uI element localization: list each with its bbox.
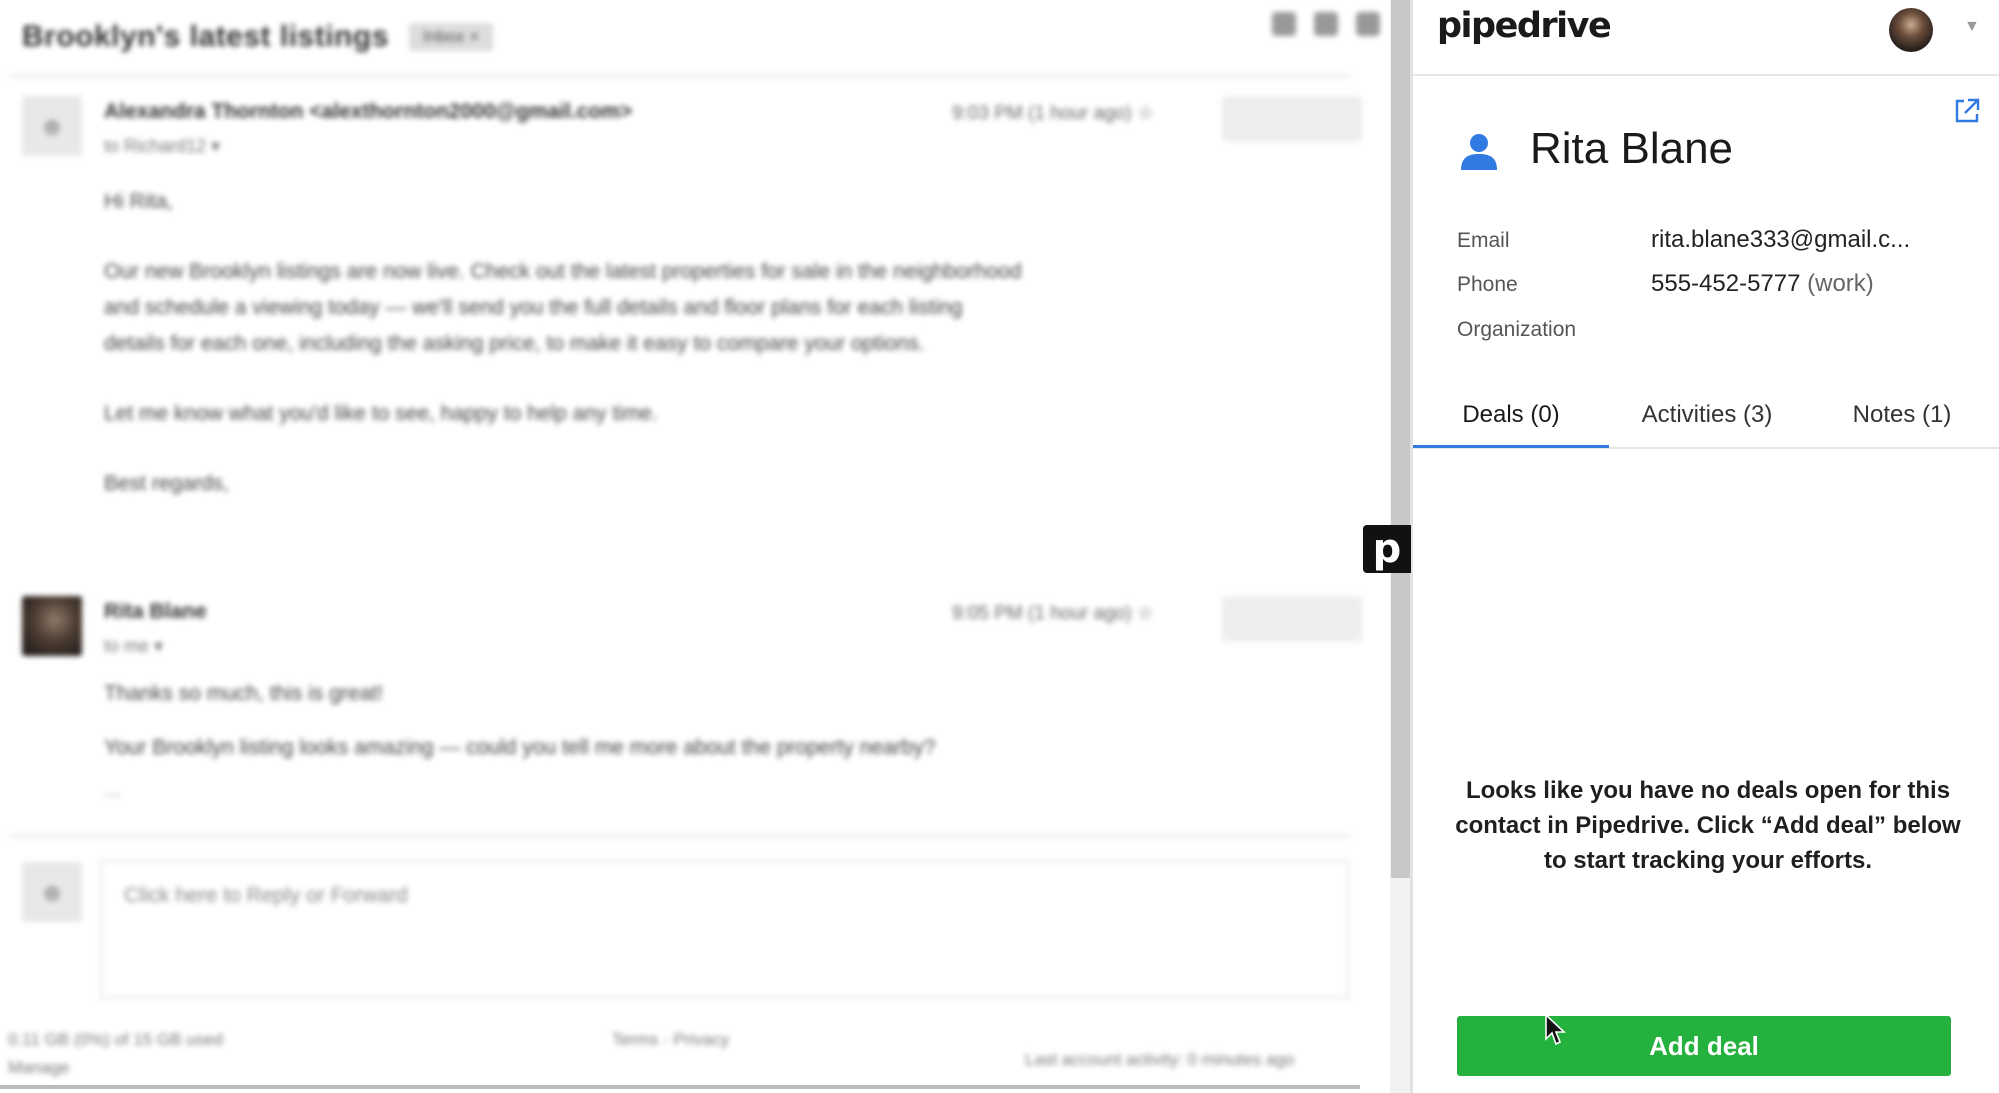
email-label: Email xyxy=(1457,229,1510,252)
email-header: Brooklyn's latest listings Inbox × xyxy=(22,12,1362,62)
message-body-line: Best regards, xyxy=(104,472,229,495)
phone-label: Phone xyxy=(1457,273,1518,296)
storage-usage: 0.11 GB (0%) of 15 GB used xyxy=(8,1030,224,1049)
bottom-divider xyxy=(0,1085,1360,1089)
account-activity: Last account activity: 0 minutes ago xyxy=(1025,1050,1295,1069)
screen: Brooklyn's latest listings Inbox × ☻ Ale… xyxy=(0,0,1999,1093)
sender-name: Rita Blane xyxy=(104,600,207,623)
scrollbar-thumb[interactable] xyxy=(1391,0,1411,878)
phone-value[interactable]: 555-452-5777 (work) xyxy=(1651,270,1874,298)
message-body-line: Hi Rita, xyxy=(104,190,173,213)
reply-button[interactable] xyxy=(1222,596,1362,642)
organization-label: Organization xyxy=(1457,318,1577,341)
pipedrive-topbar: pipedrive ▼ xyxy=(1413,0,1999,76)
print-icon[interactable] xyxy=(1272,12,1296,36)
trimmed-content-toggle[interactable]: ... xyxy=(104,772,122,808)
reply-button[interactable] xyxy=(1222,96,1362,142)
reply-placeholder[interactable]: Click here to Reply or Forward xyxy=(124,884,408,908)
divider xyxy=(10,834,1350,838)
chevron-down-icon[interactable]: ▼ xyxy=(1964,18,1980,36)
inbox-label-chip[interactable]: Inbox × xyxy=(408,23,494,51)
message-body-line: and schedule a viewing today — we'll sen… xyxy=(104,296,963,319)
sender-avatar xyxy=(22,596,82,656)
my-avatar: ☻ xyxy=(22,862,82,922)
person-icon: ☻ xyxy=(38,110,66,141)
message-date: 9:05 PM (1 hour ago) ☆ xyxy=(952,603,1154,624)
contact-name[interactable]: Rita Blane xyxy=(1530,124,1733,174)
tab-deals[interactable]: Deals (0) xyxy=(1413,385,1609,448)
person-icon: ☻ xyxy=(38,876,66,907)
pipedrive-tabs: Deals (0) Activities (3) Notes (1) xyxy=(1413,385,1999,449)
pipedrive-sidebar: pipedrive ▼ Rita Blane Email rita.blane3… xyxy=(1413,0,1999,1093)
message-date: 9:03 PM (1 hour ago) ☆ xyxy=(952,103,1154,124)
manage-storage-link[interactable]: Manage xyxy=(8,1058,69,1078)
no-deals-message: Looks like you have no deals open for th… xyxy=(1455,777,1961,874)
external-link-icon[interactable] xyxy=(1952,96,1982,126)
sender-avatar: ☻ xyxy=(22,96,82,156)
user-avatar[interactable] xyxy=(1889,8,1933,52)
divider xyxy=(10,74,1350,78)
new-window-icon[interactable] xyxy=(1314,12,1338,36)
message-body-line: Let me know what you'd like to see, happ… xyxy=(104,402,658,425)
message-body-line: details for each one, including the aski… xyxy=(104,332,925,355)
email-subject: Brooklyn's latest listings xyxy=(22,20,389,53)
sender-name: Alexandra Thornton <alexthornton2000@gma… xyxy=(104,100,633,123)
tab-activities[interactable]: Activities (3) xyxy=(1609,385,1805,445)
recipient-line[interactable]: to Richard12 ▾ xyxy=(104,136,220,157)
person-icon xyxy=(1461,134,1497,170)
reply-compose-box[interactable]: Click here to Reply or Forward xyxy=(100,860,1349,999)
message-body-line: Your Brooklyn listing looks amazing — co… xyxy=(104,736,936,759)
pipedrive-toggle-button[interactable]: p xyxy=(1363,525,1411,573)
more-icon[interactable] xyxy=(1356,12,1380,36)
phone-type: (work) xyxy=(1800,270,1874,297)
email-header-actions xyxy=(1272,12,1380,36)
message-body-line: Thanks so much, this is great! xyxy=(104,682,383,705)
recipient-line[interactable]: to me ▾ xyxy=(104,636,163,657)
email-value[interactable]: rita.blane333@gmail.c... xyxy=(1651,226,1910,254)
tab-notes[interactable]: Notes (1) xyxy=(1805,385,1999,445)
add-deal-button[interactable]: Add deal xyxy=(1457,1016,1951,1076)
terms-privacy-links[interactable]: Terms · Privacy xyxy=(612,1030,729,1050)
message-body-line: Our new Brooklyn listings are now live. … xyxy=(104,260,1022,283)
pipedrive-logo: pipedrive xyxy=(1437,6,1612,46)
email-thread-pane: Brooklyn's latest listings Inbox × ☻ Ale… xyxy=(0,0,1390,1093)
